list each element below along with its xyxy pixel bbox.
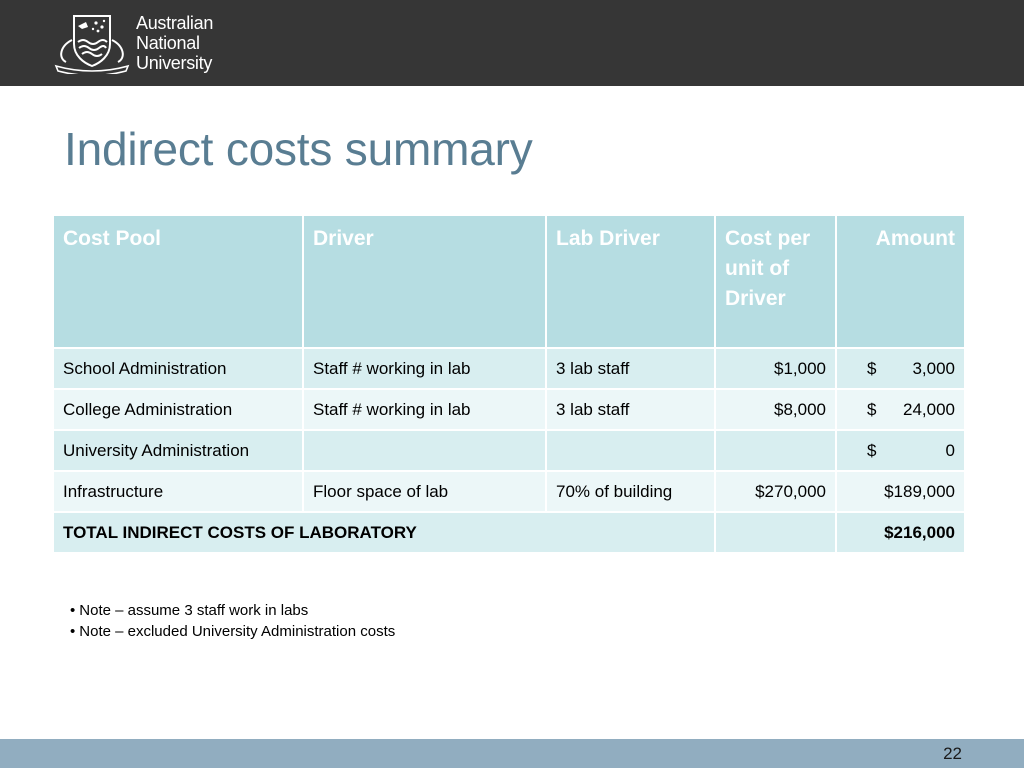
table-row: College Administration Staff # working i…: [52, 388, 966, 431]
total-empty-cell: [714, 511, 837, 554]
header-cost-pool: Cost Pool: [52, 214, 304, 349]
note-item: Note – assume 3 staff work in labs: [70, 600, 395, 621]
anu-wordmark: Australian National University: [136, 13, 213, 73]
amount-value: 3,000: [912, 359, 955, 378]
note-item: Note – excluded University Administratio…: [70, 621, 395, 642]
cell-lab-driver: 70% of building: [545, 470, 716, 513]
top-banner: Australian National University: [0, 0, 1024, 86]
table-row: School Administration Staff # working in…: [52, 347, 966, 390]
footer-bar: 22: [0, 739, 1024, 768]
header-lab-driver: Lab Driver: [545, 214, 716, 349]
notes-list: Note – assume 3 staff work in labs Note …: [70, 600, 395, 642]
total-label: TOTAL INDIRECT COSTS OF LABORATORY: [52, 511, 716, 554]
indirect-costs-table: Cost Pool Driver Lab Driver Cost per uni…: [52, 214, 966, 554]
cell-cost-per-unit: $270,000: [714, 470, 837, 513]
header-driver: Driver: [302, 214, 547, 349]
amount-symbol: $: [867, 441, 877, 460]
cell-amount: $0: [835, 429, 966, 472]
amount-value: 24,000: [903, 400, 955, 419]
amount-symbol: $: [867, 359, 877, 378]
cell-driver: Floor space of lab: [302, 470, 547, 513]
cell-driver: Staff # working in lab: [302, 347, 547, 390]
header-amount: Amount: [835, 214, 966, 349]
table-row: University Administration $0: [52, 429, 966, 472]
header-cost-per-unit: Cost per unit of Driver: [714, 214, 837, 349]
amount-value: 0: [945, 441, 955, 460]
total-amount: $216,000: [835, 511, 966, 554]
cell-cost-per-unit: [714, 429, 837, 472]
cell-amount: $189,000: [835, 470, 966, 513]
cell-lab-driver: 3 lab staff: [545, 347, 716, 390]
cell-amount: $3,000: [835, 347, 966, 390]
amount-symbol: $: [867, 400, 877, 419]
cell-cost-pool: School Administration: [52, 347, 304, 390]
cell-driver: [302, 429, 547, 472]
anu-logo: Australian National University: [52, 10, 232, 76]
cell-cost-pool: College Administration: [52, 388, 304, 431]
table-header-row: Cost Pool Driver Lab Driver Cost per uni…: [52, 214, 966, 349]
anu-crest-icon: [54, 15, 130, 74]
cell-cost-per-unit: $1,000: [714, 347, 837, 390]
cell-driver: Staff # working in lab: [302, 388, 547, 431]
logo-line-2: National: [136, 33, 200, 53]
slide-title: Indirect costs summary: [64, 123, 533, 175]
cell-cost-pool: Infrastructure: [52, 470, 304, 513]
cell-cost-pool: University Administration: [52, 429, 304, 472]
table-total-row: TOTAL INDIRECT COSTS OF LABORATORY $216,…: [52, 511, 966, 554]
logo-line-1: Australian: [136, 13, 214, 33]
page-number: 22: [943, 744, 962, 763]
cell-amount: $24,000: [835, 388, 966, 431]
cell-lab-driver: [545, 429, 716, 472]
table-row: Infrastructure Floor space of lab 70% of…: [52, 470, 966, 513]
cell-cost-per-unit: $8,000: [714, 388, 837, 431]
cell-lab-driver: 3 lab staff: [545, 388, 716, 431]
logo-line-3: University: [136, 53, 213, 73]
